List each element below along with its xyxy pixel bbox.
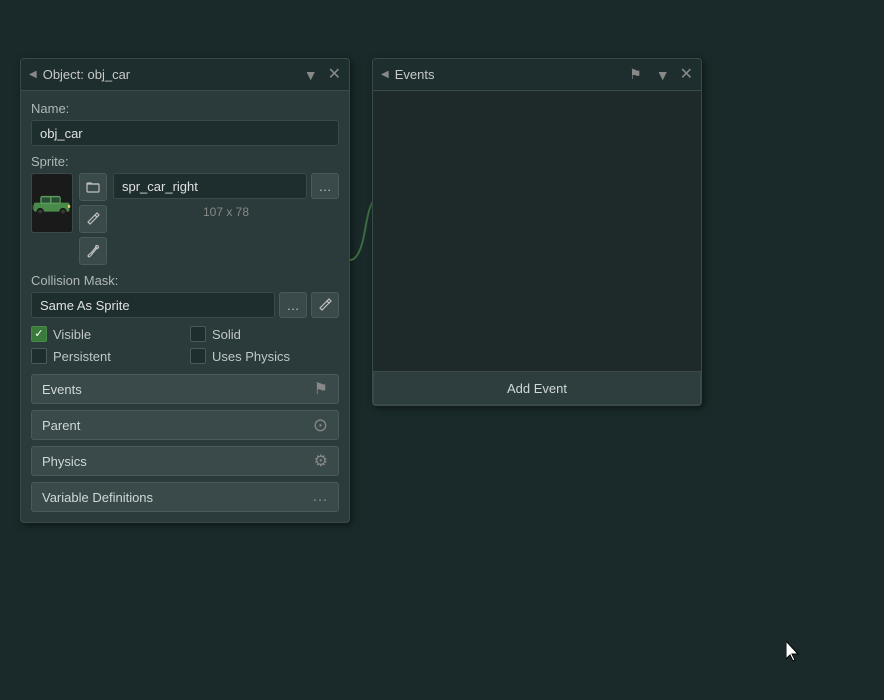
browse-sprite-button[interactable] <box>79 173 107 201</box>
sprite-label: Sprite: <box>31 154 339 169</box>
physics-gear-icon: ⚙ <box>314 451 328 471</box>
variable-definitions-button[interactable]: Variable Definitions … <box>31 482 339 512</box>
parent-icon: ⊙ <box>313 415 328 436</box>
events-button[interactable]: Events ⚑ <box>31 374 339 404</box>
sprite-controls <box>79 173 107 265</box>
variable-definitions-label: Variable Definitions <box>42 490 153 505</box>
checkbox-grid: Visible Solid Persistent Uses Physics <box>31 326 339 364</box>
solid-checkbox-item: Solid <box>190 326 339 342</box>
parent-button-label: Parent <box>42 418 80 433</box>
events-panel-header: ◀ Events ⚑ ▼ ✕ <box>373 59 701 91</box>
object-panel: ◀ Object: obj_car ▼ ✕ Name: Sprite: <box>20 58 350 523</box>
sprite-name-row: … <box>113 173 339 199</box>
sprite-dots-button[interactable]: … <box>311 173 339 199</box>
physics-button[interactable]: Physics ⚙ <box>31 446 339 476</box>
object-panel-body: Name: Sprite: <box>21 91 349 522</box>
events-content-area <box>373 91 701 371</box>
visible-checkbox[interactable] <box>31 326 47 342</box>
visible-checkbox-item: Visible <box>31 326 180 342</box>
cursor-icon <box>786 641 802 663</box>
collision-mask-input[interactable] <box>31 292 275 318</box>
events-panel-title: Events <box>395 67 619 82</box>
events-flag-header-icon: ⚑ <box>625 64 646 85</box>
brush-icon <box>86 244 100 258</box>
events-button-label: Events <box>42 382 82 397</box>
variable-dots-icon: … <box>312 488 328 506</box>
persistent-checkbox[interactable] <box>31 348 47 364</box>
events-flag-icon: ⚑ <box>314 379 328 399</box>
collision-edit-icon <box>318 298 332 312</box>
collision-edit-button[interactable] <box>311 292 339 318</box>
parent-button[interactable]: Parent ⊙ <box>31 410 339 440</box>
persistent-checkbox-item: Persistent <box>31 348 180 364</box>
object-panel-close-icon[interactable]: ✕ <box>328 67 341 83</box>
object-panel-header: ◀ Object: obj_car ▼ ✕ <box>21 59 349 91</box>
sprite-name-section: … 107 x 78 <box>113 173 339 219</box>
uses-physics-checkbox-item: Uses Physics <box>190 348 339 364</box>
physics-button-label: Physics <box>42 454 87 469</box>
sprite-section: Sprite: <box>31 154 339 265</box>
sprite-size-label: 107 x 78 <box>113 205 339 219</box>
sprite-preview <box>31 173 73 233</box>
add-event-button[interactable]: Add Event <box>373 371 701 405</box>
solid-checkbox[interactable] <box>190 326 206 342</box>
collision-row: Collision Mask: … <box>31 273 339 318</box>
object-panel-title: Object: obj_car <box>43 67 294 82</box>
name-input[interactable] <box>31 120 339 146</box>
collision-dots-button[interactable]: … <box>279 292 307 318</box>
uses-physics-checkbox[interactable] <box>190 348 206 364</box>
cursor <box>786 641 802 666</box>
folder-icon <box>86 180 100 194</box>
events-collapse-icon[interactable]: ◀ <box>381 69 389 80</box>
name-label: Name: <box>31 101 339 116</box>
name-row: Name: <box>31 101 339 146</box>
collision-label: Collision Mask: <box>31 273 339 288</box>
events-panel-options-icon[interactable]: ▼ <box>652 65 674 85</box>
uses-physics-label: Uses Physics <box>212 349 290 364</box>
visible-label: Visible <box>53 327 91 342</box>
events-panel: ◀ Events ⚑ ▼ ✕ Add Event <box>372 58 702 406</box>
pencil-icon <box>86 212 100 226</box>
sprite-name-input[interactable] <box>113 173 307 199</box>
persistent-label: Persistent <box>53 349 111 364</box>
events-panel-close-icon[interactable]: ✕ <box>680 67 693 83</box>
car-svg <box>32 178 72 228</box>
edit-sprite-button[interactable] <box>79 205 107 233</box>
mask-row: … <box>31 292 339 318</box>
solid-label: Solid <box>212 327 241 342</box>
panel-options-icon[interactable]: ▼ <box>300 65 322 85</box>
paint-sprite-button[interactable] <box>79 237 107 265</box>
sprite-preview-row: … 107 x 78 <box>31 173 339 265</box>
collapse-arrow-icon[interactable]: ◀ <box>29 69 37 80</box>
